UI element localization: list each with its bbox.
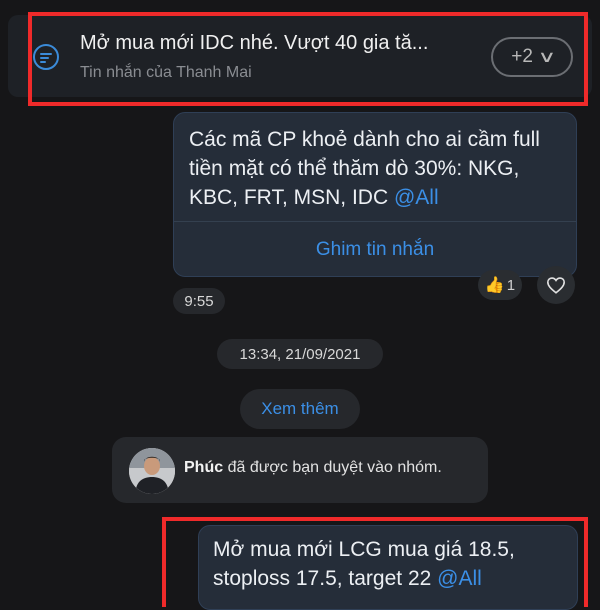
mention-all[interactable]: @All bbox=[394, 186, 439, 209]
pin-message-button[interactable]: Ghim tin nhắn bbox=[174, 239, 576, 261]
bubble-divider bbox=[174, 221, 576, 222]
pinned-message-title: Mở mua mới IDC nhé. Vượt 40 gia tă... bbox=[80, 32, 429, 54]
pinned-list-icon bbox=[33, 44, 59, 70]
react-heart-button[interactable] bbox=[537, 266, 575, 304]
see-more-button[interactable]: Xem thêm bbox=[240, 389, 360, 429]
reaction-badge[interactable]: 👍 1 bbox=[478, 270, 522, 300]
pinned-message-sender: Tin nhắn của Thanh Mai bbox=[80, 64, 252, 81]
message-time: 9:55 bbox=[173, 288, 225, 314]
message-text: Mở mua mới LCG mua giá 18.5, stoploss 17… bbox=[213, 538, 515, 590]
more-pinned-button[interactable]: +2 ∨ bbox=[491, 37, 573, 77]
thumbs-up-icon: 👍 bbox=[484, 277, 505, 294]
pinned-message-bar[interactable]: Mở mua mới IDC nhé. Vượt 40 gia tă... Ti… bbox=[8, 15, 592, 97]
mention-all[interactable]: @All bbox=[437, 567, 482, 590]
system-message-text: Phúc đã được bạn duyệt vào nhóm. bbox=[184, 459, 442, 476]
chevron-down-icon: ∨ bbox=[537, 49, 557, 66]
reaction-count: 1 bbox=[506, 276, 516, 294]
system-message: Phúc đã được bạn duyệt vào nhóm. bbox=[112, 437, 488, 503]
message-bubble[interactable]: Các mã CP khoẻ dành cho ai cầm full tiền… bbox=[173, 112, 577, 277]
more-pinned-count: +2 bbox=[511, 46, 533, 67]
message-bubble[interactable]: Mở mua mới LCG mua giá 18.5, stoploss 17… bbox=[198, 525, 578, 610]
member-name[interactable]: Phúc bbox=[184, 459, 223, 476]
heart-icon bbox=[546, 277, 566, 294]
message-text: Các mã CP khoẻ dành cho ai cầm full tiền… bbox=[189, 128, 540, 209]
date-separator: 13:34, 21/09/2021 bbox=[217, 339, 383, 369]
avatar[interactable] bbox=[129, 448, 175, 494]
